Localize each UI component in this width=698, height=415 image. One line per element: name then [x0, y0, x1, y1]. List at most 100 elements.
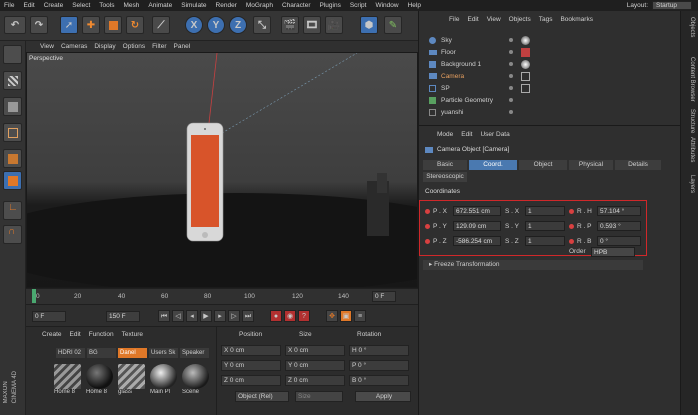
size-x-field[interactable]: X 0 cm [285, 345, 345, 356]
prev-frame-button[interactable]: ◂ [186, 310, 198, 322]
undo-button[interactable]: ↶ [4, 16, 26, 34]
start-frame-field[interactable]: 0 F [32, 311, 66, 322]
rotation-h-field[interactable]: H 0 ° [349, 345, 409, 356]
material-menu-edit[interactable]: Edit [70, 331, 81, 338]
rotation-p-input[interactable]: 0.593 ° [597, 221, 641, 231]
object-menu-view[interactable]: View [487, 16, 501, 25]
tab-basic[interactable]: Basic [423, 160, 467, 170]
material-menu-create[interactable]: Create [42, 331, 62, 338]
visibility-dot[interactable] [509, 50, 513, 54]
material-swatch[interactable]: glass [118, 364, 147, 398]
render-picture-viewer-button[interactable]: 🎞 [303, 16, 321, 34]
play-button[interactable]: ▶ [200, 310, 212, 322]
object-row[interactable]: Floor [419, 47, 681, 58]
tab-physical[interactable]: Physical [569, 160, 613, 170]
scale-y-input[interactable]: 1 [525, 221, 565, 231]
position-y-input[interactable]: 129.09 cm [453, 221, 501, 231]
size-y-field[interactable]: Y 0 cm [285, 360, 345, 371]
material-menu-texture[interactable]: Texture [122, 331, 143, 338]
tab-coord[interactable]: Coord. [469, 160, 517, 170]
make-editable-button[interactable] [3, 45, 22, 64]
scale-z-input[interactable]: 1 [525, 236, 565, 246]
attr-menu-mode[interactable]: Mode [437, 131, 453, 138]
menu-plugins[interactable]: Plugins [320, 2, 341, 9]
material-swatch[interactable]: Main Pl [150, 364, 179, 398]
order-select[interactable]: HPB [591, 247, 635, 257]
viewport-menu-cameras[interactable]: Cameras [61, 43, 87, 50]
layout-select[interactable]: Startup [652, 1, 692, 10]
z-axis-button[interactable]: Z [229, 16, 247, 34]
material-swatch[interactable]: Home 8 [54, 364, 83, 398]
select-tool-button[interactable]: ➚ [60, 16, 78, 34]
menu-mograph[interactable]: MoGraph [246, 2, 273, 9]
material-tab-selected[interactable]: Danel [118, 348, 147, 358]
object-row[interactable]: Background 1 [419, 59, 681, 70]
next-key-button[interactable]: ▷ [228, 310, 240, 322]
render-settings-button[interactable]: 🎥 [325, 16, 343, 34]
position-z-field[interactable]: Z 0 cm [221, 375, 281, 386]
current-frame-field[interactable]: 0 F [372, 291, 396, 302]
timeline-menu-button[interactable]: ≡ [354, 310, 366, 322]
material-tab[interactable]: Users Sk [149, 348, 178, 358]
object-row[interactable]: Sky [419, 35, 681, 46]
attr-menu-edit[interactable]: Edit [461, 131, 472, 138]
move-tool-button[interactable]: ✚ [82, 16, 100, 34]
visibility-dot[interactable] [509, 74, 513, 78]
keyframe-selection-button[interactable]: ? [298, 310, 310, 322]
position-x-input[interactable]: 672.551 cm [453, 206, 501, 216]
object-menu-edit[interactable]: Edit [467, 16, 478, 25]
timeline[interactable]: 0 20 40 60 80 100 120 140 0 F [26, 288, 418, 304]
menu-window[interactable]: Window [375, 2, 398, 9]
object-menu-objects[interactable]: Objects [509, 16, 531, 25]
side-tab-objects[interactable]: Objects [685, 17, 695, 37]
next-frame-button[interactable]: ▸ [214, 310, 226, 322]
scale-tool-button[interactable] [104, 16, 122, 34]
menu-render[interactable]: Render [216, 2, 237, 9]
position-y-field[interactable]: Y 0 cm [221, 360, 281, 371]
move-key-button[interactable]: ✥ [326, 310, 338, 322]
scale-x-input[interactable]: 1 [525, 206, 565, 216]
edges-mode-button[interactable] [3, 149, 22, 168]
visibility-dot[interactable] [509, 98, 513, 102]
recent-tool-button[interactable]: ⟋ [152, 16, 170, 34]
viewport-menu-display[interactable]: Display [94, 43, 115, 50]
material-swatch[interactable]: Home 8 [86, 364, 115, 398]
visibility-dot[interactable] [509, 110, 513, 114]
menu-select[interactable]: Select [72, 2, 90, 9]
size-mode-select[interactable]: Size [295, 391, 343, 402]
tab-stereoscopic[interactable]: Stereoscopic [423, 172, 467, 182]
render-view-button[interactable]: 🎬 [281, 16, 299, 34]
texture-mode-button[interactable] [3, 97, 22, 116]
menu-create[interactable]: Create [44, 2, 64, 9]
material-tab[interactable]: Speaker [180, 348, 209, 358]
coordinate-mode-select[interactable]: Object (Rel) [235, 391, 289, 402]
viewport-menu-filter[interactable]: Filter [152, 43, 166, 50]
x-axis-button[interactable]: X [185, 16, 203, 34]
visibility-dot[interactable] [509, 62, 513, 66]
tab-details[interactable]: Details [615, 160, 661, 170]
side-tab-attributes[interactable]: Attributes [685, 137, 695, 162]
object-row[interactable]: Particle Geometry [419, 95, 681, 106]
object-menu-file[interactable]: File [449, 16, 459, 25]
rotation-b-input[interactable]: 0 ° [597, 236, 641, 246]
y-axis-button[interactable]: Y [207, 16, 225, 34]
menu-tools[interactable]: Tools [99, 2, 114, 9]
material-swatch[interactable]: Scene [182, 364, 211, 398]
rotation-b-field[interactable]: B 0 ° [349, 375, 409, 386]
model-mode-button[interactable] [3, 71, 22, 90]
rotation-h-input[interactable]: 57.104 ° [597, 206, 641, 216]
viewport-menu-view[interactable]: View [40, 43, 54, 50]
goto-end-button[interactable]: ⏭ [242, 310, 254, 322]
object-row[interactable]: yuanshi [419, 107, 681, 118]
end-frame-field[interactable]: 150 F [106, 311, 140, 322]
goto-start-button[interactable]: ⏮ [158, 310, 170, 322]
record-button[interactable]: ● [270, 310, 282, 322]
visibility-dot[interactable] [509, 38, 513, 42]
side-tab-layers[interactable]: Layers [685, 175, 695, 193]
position-x-field[interactable]: X 0 cm [221, 345, 281, 356]
object-menu-bookmarks[interactable]: Bookmarks [560, 16, 593, 25]
snap-button[interactable]: ∩ [3, 225, 22, 244]
attr-menu-user-data[interactable]: User Data [480, 131, 509, 138]
pen-tool-button[interactable]: ✎ [384, 16, 402, 34]
polygons-mode-button[interactable] [3, 171, 22, 190]
